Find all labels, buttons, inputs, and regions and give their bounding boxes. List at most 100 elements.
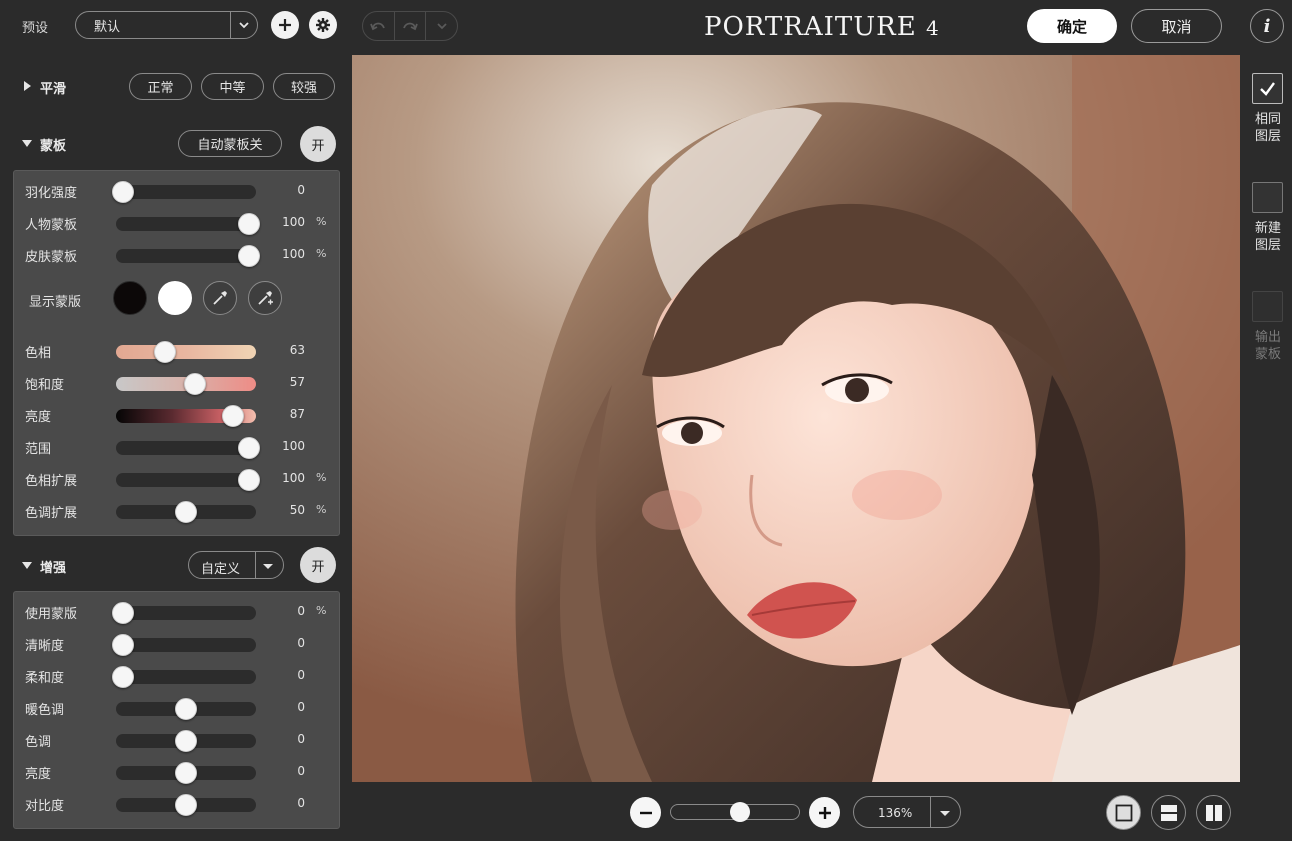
sharpness-slider-knob[interactable] xyxy=(112,634,134,656)
slider-value: 0 xyxy=(297,183,305,197)
enhance-section-header[interactable]: 增强 xyxy=(0,548,345,582)
person-mask-slider-knob[interactable] xyxy=(238,213,260,235)
info-button[interactable]: i xyxy=(1250,9,1284,43)
portrait-preview-image xyxy=(352,55,1240,782)
hue-slider-knob[interactable] xyxy=(153,341,176,363)
contrast-slider-knob[interactable] xyxy=(175,794,197,816)
enhance-brightness-slider-knob[interactable] xyxy=(175,762,197,784)
slider-row: 饱和度 57 xyxy=(14,371,339,395)
slider-value: 0 xyxy=(297,668,305,682)
use-mask-slider-track[interactable] xyxy=(116,606,256,620)
triangle-down-icon xyxy=(22,140,32,147)
history-dropdown-button[interactable] xyxy=(426,12,457,40)
warmth-slider-knob[interactable] xyxy=(175,698,197,720)
eyedropper-add-button[interactable] xyxy=(248,281,282,315)
feather-slider-track[interactable] xyxy=(116,185,256,199)
smooth-normal-button[interactable]: 正常 xyxy=(129,73,192,100)
plus-icon xyxy=(818,806,831,819)
enhance-mode-dropdown[interactable]: 自定义 xyxy=(188,551,284,579)
ok-button[interactable]: 确定 xyxy=(1027,9,1117,43)
slider-label: 色相扩展 xyxy=(25,474,78,489)
eyedropper-plus-icon xyxy=(258,291,273,305)
cancel-button[interactable]: 取消 xyxy=(1131,9,1222,43)
slider-label: 清晰度 xyxy=(25,639,65,654)
slider-label: 暖色调 xyxy=(25,703,65,718)
slider-unit: % xyxy=(316,247,327,260)
slider-value: 63 xyxy=(289,343,305,357)
eyedropper-button[interactable] xyxy=(203,281,237,315)
zoom-out-button[interactable] xyxy=(630,797,661,828)
single-view-button[interactable] xyxy=(1106,795,1141,830)
split-vertical-view-button[interactable] xyxy=(1196,795,1231,830)
range-slider-track[interactable] xyxy=(116,441,256,455)
slider-unit: % xyxy=(316,604,327,617)
hue-slider-track[interactable] xyxy=(116,345,256,359)
slider-label: 皮肤蒙板 xyxy=(25,250,78,265)
add-preset-button[interactable] xyxy=(271,11,299,39)
enhance-mode-value: 自定义 xyxy=(201,562,241,577)
output-mask-checkbox[interactable] xyxy=(1252,291,1283,322)
slider-row: 柔和度 0 xyxy=(14,664,339,688)
slider-row: 使用蒙版 0 % xyxy=(14,600,339,624)
slider-row: 色调 0 xyxy=(14,728,339,752)
smooth-medium-button[interactable]: 中等 xyxy=(201,73,264,100)
split-horizontal-view-button[interactable] xyxy=(1151,795,1186,830)
checkmark-icon xyxy=(1260,82,1275,96)
split-horizontal-icon xyxy=(1160,804,1177,821)
slider-unit: % xyxy=(316,471,327,484)
use-mask-slider-knob[interactable] xyxy=(112,602,134,624)
smooth-title: 平滑 xyxy=(40,82,67,97)
slider-value: 0 xyxy=(297,764,305,778)
mask-section-header[interactable]: 蒙板 xyxy=(0,126,345,160)
slider-value: 0 xyxy=(297,700,305,714)
slider-value: 100 xyxy=(282,439,305,453)
new-layer-checkbox[interactable] xyxy=(1252,182,1283,213)
smooth-strong-button[interactable]: 较强 xyxy=(273,73,335,100)
slider-row: 暖色调 0 xyxy=(14,696,339,720)
slider-label: 饱和度 xyxy=(25,378,65,393)
tint-slider-knob[interactable] xyxy=(175,730,197,752)
preset-divider xyxy=(230,12,231,38)
slider-label: 羽化强度 xyxy=(25,186,78,201)
slider-label: 使用蒙版 xyxy=(25,607,78,622)
caret-down-icon xyxy=(263,564,273,569)
black-swatch[interactable] xyxy=(113,281,147,315)
redo-button[interactable] xyxy=(395,12,427,40)
auto-mask-button[interactable]: 自动蒙板关 xyxy=(178,130,282,157)
mask-on-toggle[interactable]: 开 xyxy=(300,126,336,162)
slider-label: 色调 xyxy=(25,735,52,750)
hue-extend-slider-knob[interactable] xyxy=(238,469,260,491)
skin-mask-slider-track[interactable] xyxy=(116,249,256,263)
softness-slider-knob[interactable] xyxy=(112,666,134,688)
tone-extend-slider-knob[interactable] xyxy=(175,501,197,523)
preset-settings-button[interactable] xyxy=(309,11,337,39)
zoom-level-dropdown[interactable]: 136% xyxy=(853,796,961,828)
preview-canvas[interactable] xyxy=(352,55,1240,782)
slider-label: 柔和度 xyxy=(25,671,65,686)
preset-dropdown[interactable]: 默认 xyxy=(75,11,258,39)
same-layer-checkbox[interactable] xyxy=(1252,73,1283,104)
feather-slider-knob[interactable] xyxy=(112,181,134,203)
range-slider-knob[interactable] xyxy=(238,437,260,459)
white-swatch[interactable] xyxy=(158,281,192,315)
output-mask-label: 输出 蒙板 xyxy=(1254,330,1281,362)
slider-value: 0 xyxy=(297,732,305,746)
hue-extend-slider-track[interactable] xyxy=(116,473,256,487)
slider-label: 人物蒙板 xyxy=(25,218,78,233)
slider-row: 清晰度 0 xyxy=(14,632,339,656)
softness-slider-track[interactable] xyxy=(116,670,256,684)
enhance-on-toggle[interactable]: 开 xyxy=(300,547,336,583)
skin-mask-slider-knob[interactable] xyxy=(238,245,260,267)
slider-row: 色相扩展 100 % xyxy=(14,467,339,491)
slider-label: 范围 xyxy=(25,442,52,457)
slider-value: 87 xyxy=(289,407,305,421)
person-mask-slider-track[interactable] xyxy=(116,217,256,231)
zoom-in-button[interactable] xyxy=(809,797,840,828)
undo-button[interactable] xyxy=(363,12,395,40)
sharpness-slider-track[interactable] xyxy=(116,638,256,652)
slider-label: 色调扩展 xyxy=(25,506,78,521)
slider-label: 色相 xyxy=(25,346,52,361)
minus-icon xyxy=(639,811,652,814)
saturation-slider-knob[interactable] xyxy=(183,373,206,395)
brightness-slider-knob[interactable] xyxy=(221,405,244,427)
